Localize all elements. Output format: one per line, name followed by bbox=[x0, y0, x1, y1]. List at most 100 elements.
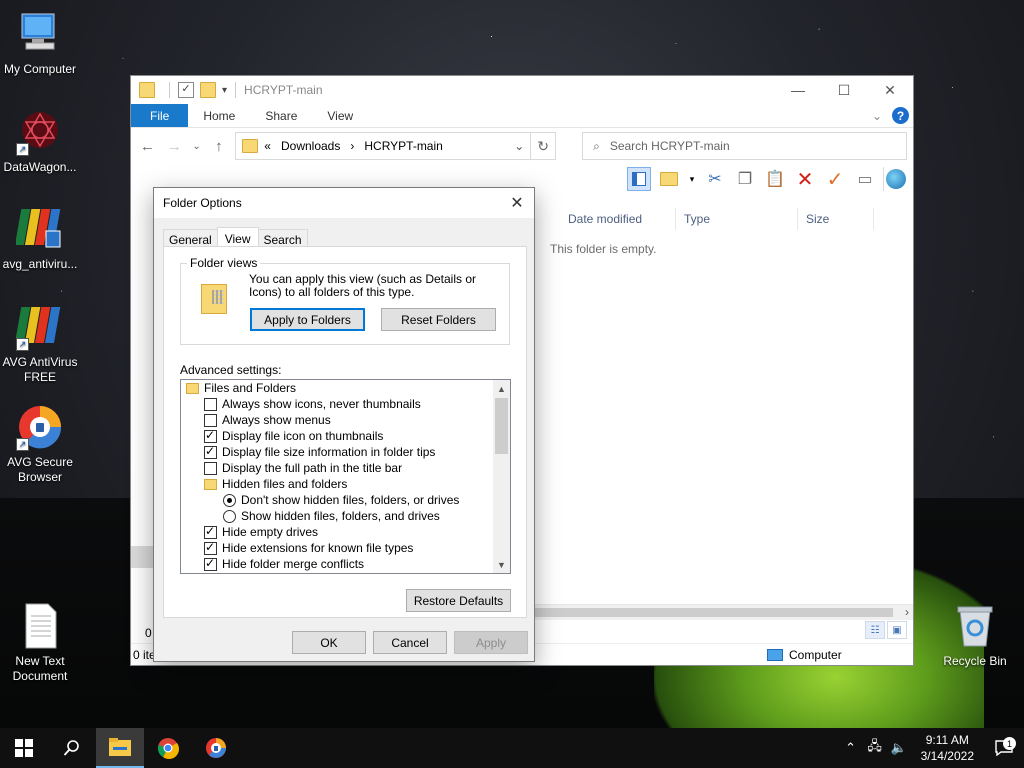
option-display-full-path[interactable]: Display the full path in the title bar bbox=[204, 460, 402, 476]
checkbox-checked[interactable] bbox=[204, 524, 217, 539]
search-input[interactable]: Search HCRYPT-main bbox=[610, 139, 730, 153]
search-button[interactable] bbox=[48, 728, 96, 768]
column-date-modified[interactable]: Date modified bbox=[536, 208, 676, 230]
desktop-icon-my-computer[interactable]: My Computer bbox=[0, 10, 80, 77]
checkbox-checked[interactable] bbox=[204, 428, 217, 443]
clock[interactable]: 9:11 AM 3/14/2022 bbox=[911, 732, 984, 764]
navigation-pane-selection[interactable] bbox=[131, 546, 155, 568]
breadcrumb-downloads[interactable]: Downloads bbox=[277, 139, 344, 153]
address-overflow-icon[interactable]: « bbox=[264, 139, 271, 153]
desktop-icon-avg-installer[interactable]: avg_antiviru... bbox=[0, 205, 80, 272]
clock-time: 9:11 AM bbox=[925, 733, 969, 747]
option-dont-show-hidden[interactable]: Don't show hidden files, folders, or dri… bbox=[223, 492, 459, 508]
desktop-icon-avg-browser[interactable]: ↗ AVG Secure Browser bbox=[0, 403, 80, 485]
address-dropdown-icon[interactable]: ⌄ bbox=[514, 139, 524, 153]
large-icons-view-icon[interactable]: ▣ bbox=[887, 621, 907, 639]
column-type[interactable]: Type bbox=[676, 208, 798, 230]
desktop-icon-recycle-bin[interactable]: Recycle Bin bbox=[935, 602, 1015, 669]
desktop-icon-new-text-document[interactable]: New Text Document bbox=[0, 602, 80, 684]
cancel-button[interactable]: Cancel bbox=[373, 631, 447, 654]
desktop-icon-datawagon[interactable]: ↗ DataWagon... bbox=[0, 108, 80, 175]
option-always-show-menus[interactable]: Always show menus bbox=[204, 412, 331, 428]
option-hide-extensions[interactable]: Hide extensions for known file types bbox=[204, 540, 413, 556]
ribbon-tabs: File Home Share View ⌄ ? bbox=[131, 104, 913, 128]
recent-locations-icon[interactable]: ⌄ bbox=[191, 141, 202, 152]
checkbox[interactable] bbox=[204, 461, 217, 475]
ok-button[interactable]: OK bbox=[292, 631, 366, 654]
taskbar-file-explorer[interactable] bbox=[96, 728, 144, 768]
tab-share[interactable]: Share bbox=[250, 104, 312, 127]
horizontal-scrollbar[interactable]: › bbox=[534, 604, 913, 620]
tab-view[interactable]: View bbox=[312, 104, 368, 127]
properties-toolbar-icon[interactable]: ▭ bbox=[853, 167, 877, 191]
address-bar[interactable]: « Downloads › HCRYPT-main ⌄ bbox=[235, 132, 532, 160]
option-show-hidden[interactable]: Show hidden files, folders, and drives bbox=[223, 508, 440, 524]
apply-to-folders-button[interactable]: Apply to Folders bbox=[250, 308, 365, 331]
properties-icon[interactable]: ✓ bbox=[178, 82, 194, 98]
scroll-down-icon[interactable]: ▼ bbox=[493, 556, 510, 573]
delete-icon[interactable]: ✕ bbox=[793, 167, 817, 191]
forward-arrow-icon[interactable]: → bbox=[164, 138, 185, 155]
close-button[interactable]: ✕ bbox=[867, 76, 913, 104]
scrollbar-thumb[interactable] bbox=[495, 398, 508, 454]
view-toggle: ☷ ▣ bbox=[865, 621, 907, 639]
maximize-button[interactable]: ☐ bbox=[821, 76, 867, 104]
tab-file[interactable]: File bbox=[131, 104, 189, 127]
option-hide-merge-conflicts[interactable]: Hide folder merge conflicts bbox=[204, 556, 364, 572]
taskbar: ⌃ 🖧 🔈 9:11 AM 3/14/2022 1 bbox=[0, 728, 1024, 768]
search-box[interactable]: ⌕ Search HCRYPT-main bbox=[582, 132, 907, 160]
explorer-titlebar[interactable]: ✓ ▾ HCRYPT-main — ☐ ✕ bbox=[131, 76, 913, 104]
preview-pane-icon[interactable] bbox=[627, 167, 651, 191]
advanced-settings-list[interactable]: Files and Folders Always show icons, nev… bbox=[180, 379, 511, 574]
option-display-file-size[interactable]: Display file size information in folder … bbox=[204, 444, 435, 460]
network-icon[interactable]: 🖧 bbox=[863, 737, 887, 759]
action-center-button[interactable]: 1 bbox=[984, 737, 1024, 756]
reset-folders-button[interactable]: Reset Folders bbox=[381, 308, 496, 331]
radio-selected[interactable] bbox=[223, 493, 236, 507]
option-hide-empty-drives[interactable]: Hide empty drives bbox=[204, 524, 318, 540]
volume-icon[interactable]: 🔈 bbox=[887, 740, 911, 756]
option-display-file-icon[interactable]: Display file icon on thumbnails bbox=[204, 428, 383, 444]
vertical-scrollbar[interactable]: ▲ ▼ bbox=[493, 380, 510, 573]
show-hidden-icons-icon[interactable]: ⌃ bbox=[839, 740, 863, 756]
breadcrumb-current[interactable]: HCRYPT-main bbox=[360, 139, 446, 153]
tab-home[interactable]: Home bbox=[188, 104, 250, 127]
new-folder-toolbar-icon[interactable] bbox=[657, 167, 681, 191]
customize-qat-icon[interactable]: ▾ bbox=[222, 85, 227, 96]
column-size[interactable]: Size bbox=[798, 208, 874, 230]
checkbox[interactable] bbox=[204, 397, 217, 411]
scroll-right-icon[interactable]: › bbox=[905, 605, 909, 619]
globe-icon[interactable] bbox=[883, 167, 907, 191]
dialog-titlebar[interactable]: Folder Options ✕ bbox=[154, 188, 534, 218]
new-folder-icon[interactable] bbox=[200, 82, 216, 98]
dialog-close-icon[interactable]: ✕ bbox=[500, 193, 534, 213]
expand-ribbon-icon[interactable]: ⌄ bbox=[872, 109, 882, 123]
option-always-show-icons[interactable]: Always show icons, never thumbnails bbox=[204, 396, 421, 412]
checkbox[interactable] bbox=[204, 413, 217, 427]
taskbar-chrome[interactable] bbox=[144, 728, 192, 768]
folder-options-dialog[interactable]: Folder Options ✕ General View Search Fol… bbox=[153, 187, 535, 662]
apply-button[interactable]: Apply bbox=[454, 631, 528, 654]
desktop-icon-label: Recycle Bin bbox=[943, 654, 1007, 668]
start-button[interactable] bbox=[0, 728, 48, 768]
up-arrow-icon[interactable]: ↑ bbox=[208, 138, 229, 155]
checkbox-checked[interactable] bbox=[204, 540, 217, 555]
desktop-icon-avg-antivirus[interactable]: ↗ AVG AntiVirus FREE bbox=[0, 303, 80, 385]
restore-defaults-button[interactable]: Restore Defaults bbox=[406, 589, 511, 612]
details-view-icon[interactable]: ☷ bbox=[865, 621, 885, 639]
dropdown-icon[interactable]: ▾ bbox=[687, 167, 697, 191]
scroll-up-icon[interactable]: ▲ bbox=[493, 380, 510, 397]
scrollbar-thumb[interactable] bbox=[534, 608, 893, 617]
taskbar-avg-browser[interactable] bbox=[192, 728, 240, 768]
refresh-button[interactable]: ↻ bbox=[531, 132, 557, 160]
radio[interactable] bbox=[223, 509, 236, 523]
paste-icon[interactable]: 📋 bbox=[763, 167, 787, 191]
copy-icon[interactable]: ❐ bbox=[733, 167, 757, 191]
checkbox-checked[interactable] bbox=[204, 444, 217, 459]
help-icon[interactable]: ? bbox=[892, 107, 909, 124]
checkbox-checked[interactable] bbox=[204, 556, 217, 571]
back-arrow-icon[interactable]: ← bbox=[137, 138, 158, 155]
cut-icon[interactable]: ✂ bbox=[703, 167, 727, 191]
minimize-button[interactable]: — bbox=[775, 76, 821, 104]
rename-icon[interactable]: ✓ bbox=[823, 167, 847, 191]
